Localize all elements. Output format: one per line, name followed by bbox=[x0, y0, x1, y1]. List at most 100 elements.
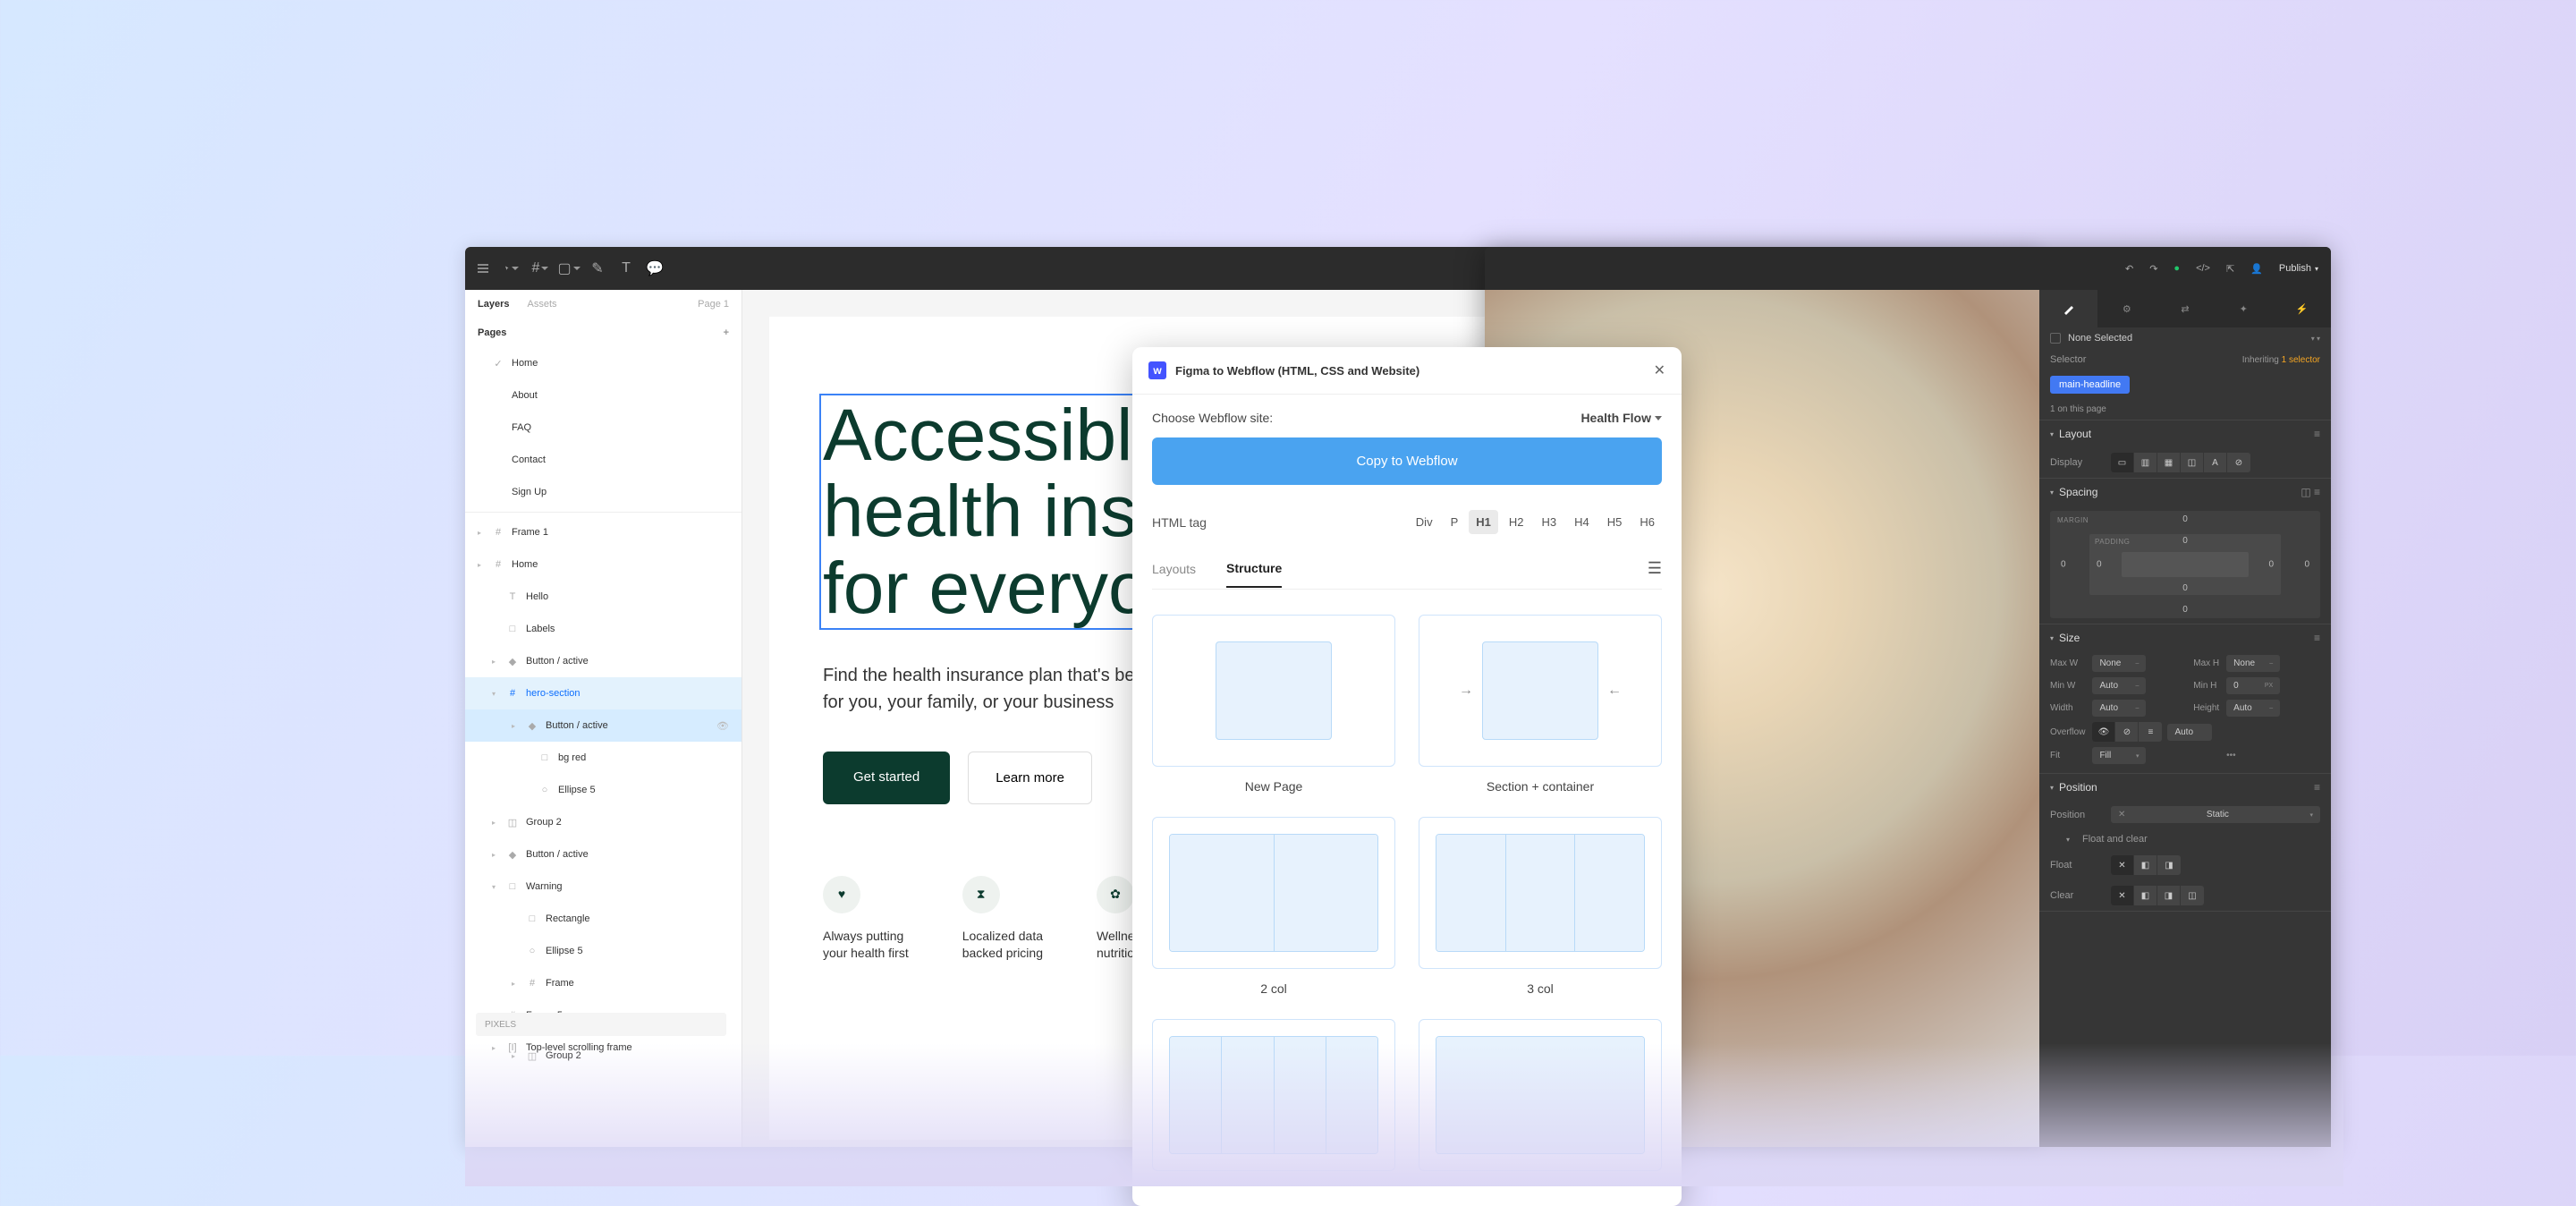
clear-toggle[interactable]: ✕◧◨◫ bbox=[2111, 886, 2204, 905]
hamburger-icon[interactable]: ☰ bbox=[1648, 559, 1662, 589]
layout-3col[interactable]: 3 col bbox=[1419, 817, 1662, 996]
layer-row[interactable]: ▸◫Group 2 bbox=[465, 806, 741, 838]
feature-2: ⧗Localized databacked pricing bbox=[962, 876, 1043, 963]
float-clear-label[interactable]: Float and clear bbox=[2082, 834, 2148, 845]
on-page-label: 1 on this page bbox=[2050, 404, 2106, 414]
maxh-field[interactable]: None– bbox=[2226, 655, 2280, 672]
redo-icon[interactable]: ↷ bbox=[2149, 263, 2157, 275]
tag-div[interactable]: Div bbox=[1409, 510, 1440, 534]
size-section-label[interactable]: Size bbox=[2059, 632, 2080, 644]
layer-row[interactable]: □bg red bbox=[465, 742, 741, 774]
heart-icon: ♥ bbox=[823, 876, 860, 913]
layouts-tab[interactable]: Layouts bbox=[1152, 562, 1196, 587]
assets-tab[interactable]: Assets bbox=[527, 299, 556, 310]
pages-header: Pages bbox=[478, 327, 506, 338]
user-icon[interactable]: 👤 bbox=[2250, 263, 2263, 275]
close-icon[interactable]: ✕ bbox=[1654, 361, 1665, 379]
layer-row[interactable]: ▸◆Button / active bbox=[465, 838, 741, 871]
share-icon[interactable]: ⇱ bbox=[2226, 263, 2234, 275]
page-item[interactable]: FAQ bbox=[465, 412, 741, 444]
webflow-logo-icon: w bbox=[1148, 361, 1166, 379]
display-toggle[interactable]: ▭▥▦◫A⊘ bbox=[2111, 453, 2250, 472]
layer-row[interactable]: ○Ellipse 5 bbox=[465, 774, 741, 806]
layout-new-page[interactable]: New Page bbox=[1152, 615, 1395, 794]
position-field[interactable]: ✕Static▾ bbox=[2111, 806, 2320, 823]
tag-h4[interactable]: H4 bbox=[1567, 510, 1597, 534]
more-icon[interactable]: ≡ bbox=[2314, 428, 2320, 440]
layer-row[interactable]: ▾#hero-section bbox=[465, 677, 741, 709]
interactions-tab-icon[interactable]: ⇄ bbox=[2156, 290, 2214, 327]
tag-h5[interactable]: H5 bbox=[1600, 510, 1630, 534]
tag-h3[interactable]: H3 bbox=[1535, 510, 1564, 534]
layout-extra[interactable] bbox=[1419, 1019, 1662, 1184]
overflow-toggle[interactable]: 👁⊘≡ bbox=[2092, 722, 2162, 742]
layer-row[interactable]: □Rectangle bbox=[465, 903, 741, 935]
menu-icon[interactable] bbox=[476, 261, 490, 276]
selector-chip[interactable]: main-headline bbox=[2050, 376, 2130, 394]
position-section-label[interactable]: Position bbox=[2059, 781, 2097, 794]
code-icon[interactable]: </> bbox=[2196, 263, 2210, 274]
hourglass-icon: ⧗ bbox=[962, 876, 1000, 913]
layout-4col[interactable] bbox=[1152, 1019, 1395, 1184]
page-item[interactable]: Contact bbox=[465, 444, 741, 476]
undo-icon[interactable]: ↶ bbox=[2125, 263, 2133, 275]
layer-row[interactable]: ○Ellipse 5 bbox=[465, 935, 741, 967]
layer-row[interactable]: ▸#Frame 1 bbox=[465, 516, 741, 548]
layer-row[interactable]: ▸#Home bbox=[465, 548, 741, 581]
publish-button[interactable]: Publish ▾ bbox=[2279, 263, 2318, 274]
layer-row[interactable]: ▸◫Group 2 bbox=[465, 1040, 741, 1072]
power-tab-icon[interactable]: ⚡ bbox=[2273, 290, 2331, 327]
pen-tool-icon[interactable]: ✎ bbox=[590, 261, 605, 276]
add-page-icon[interactable]: + bbox=[724, 327, 729, 338]
selector-checkbox[interactable] bbox=[2050, 333, 2061, 344]
feature-1: ♥Always puttingyour health first bbox=[823, 876, 909, 963]
layers-panel: Layers Assets Page 1 Pages + ✓HomeAboutF… bbox=[465, 290, 742, 1147]
layers-tab[interactable]: Layers bbox=[478, 299, 509, 310]
effects-tab-icon[interactable]: ✦ bbox=[2215, 290, 2273, 327]
layer-row[interactable]: ▾□Warning bbox=[465, 871, 741, 903]
height-field[interactable]: Auto– bbox=[2226, 700, 2280, 717]
tag-h2[interactable]: H2 bbox=[1502, 510, 1531, 534]
html-tag-options[interactable]: DivPH1H2H3H4H5H6 bbox=[1409, 510, 1662, 534]
maxw-field[interactable]: None– bbox=[2092, 655, 2146, 672]
status-ok-icon: ● bbox=[2174, 263, 2180, 274]
layer-row[interactable]: ▸#Frame bbox=[465, 967, 741, 999]
layer-row[interactable]: □Labels bbox=[465, 613, 741, 645]
text-tool-icon[interactable]: T bbox=[619, 261, 633, 276]
structure-tab[interactable]: Structure bbox=[1226, 561, 1282, 588]
spacing-section-label[interactable]: Spacing bbox=[2059, 486, 2097, 498]
get-started-button[interactable]: Get started bbox=[823, 752, 950, 804]
none-selected-label: None Selected bbox=[2068, 333, 2132, 344]
spacing-box[interactable]: MARGIN 0 0 0 0 PADDING 0 0 0 0 bbox=[2050, 511, 2320, 618]
shape-tool-icon[interactable]: ▢ bbox=[562, 261, 576, 276]
page-item[interactable]: ✓Home bbox=[465, 347, 741, 379]
float-toggle[interactable]: ✕◧◨ bbox=[2111, 855, 2181, 875]
style-panel: ⚙ ⇄ ✦ ⚡ None Selected▾ ▾ SelectorInherit… bbox=[2039, 290, 2331, 1147]
layer-row[interactable]: THello bbox=[465, 581, 741, 613]
width-field[interactable]: Auto– bbox=[2092, 700, 2146, 717]
learn-more-button[interactable]: Learn more bbox=[968, 752, 1092, 804]
layout-section-label[interactable]: Layout bbox=[2059, 428, 2091, 440]
fit-field[interactable]: Fill▾ bbox=[2092, 747, 2146, 764]
page-item[interactable]: About bbox=[465, 379, 741, 412]
layout-2col[interactable]: 2 col bbox=[1152, 817, 1395, 996]
minh-field[interactable]: 0PX bbox=[2226, 677, 2280, 694]
minw-field[interactable]: Auto– bbox=[2092, 677, 2146, 694]
tag-h1[interactable]: H1 bbox=[1469, 510, 1498, 534]
style-tab-icon[interactable] bbox=[2039, 290, 2097, 327]
tag-p[interactable]: P bbox=[1444, 510, 1466, 534]
cursor-tool-icon[interactable] bbox=[504, 261, 519, 276]
display-label: Display bbox=[2050, 457, 2104, 468]
page-dropdown[interactable]: Page 1 bbox=[698, 299, 729, 310]
tag-h6[interactable]: H6 bbox=[1632, 510, 1662, 534]
comment-tool-icon[interactable]: 💬 bbox=[648, 261, 662, 276]
layer-row[interactable]: ▸◆Button / active👁 bbox=[465, 709, 741, 742]
page-item[interactable]: Sign Up bbox=[465, 476, 741, 508]
layer-row[interactable]: ▸◆Button / active bbox=[465, 645, 741, 677]
copy-to-webflow-button[interactable]: Copy to Webflow bbox=[1152, 437, 1662, 485]
layout-section-container[interactable]: →←Section + container bbox=[1419, 615, 1662, 794]
frame-tool-icon[interactable]: # bbox=[533, 261, 547, 276]
settings-tab-icon[interactable]: ⚙ bbox=[2097, 290, 2156, 327]
webflow-topbar: ↶ ↷ ● </> ⇱ 👤 Publish ▾ bbox=[1485, 247, 2331, 290]
site-dropdown[interactable]: Health Flow bbox=[1580, 411, 1662, 425]
